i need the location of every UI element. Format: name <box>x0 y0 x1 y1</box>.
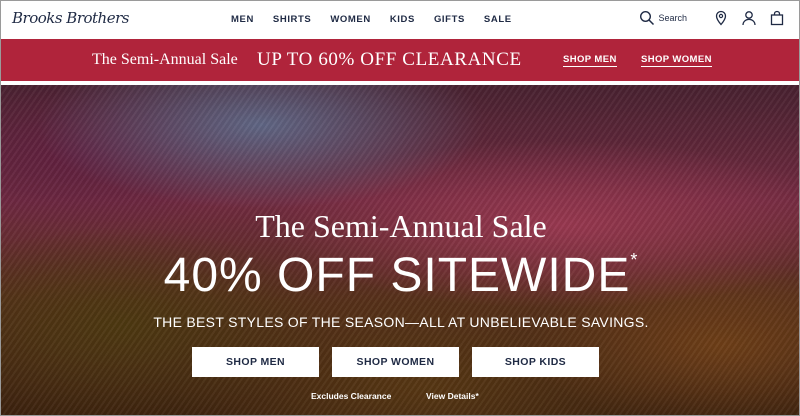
nav-item-gifts[interactable]: GIFTS <box>434 14 465 25</box>
page-frame: Brooks Brothers MEN SHIRTS WOMEN KIDS GI… <box>0 0 800 416</box>
account-icon[interactable] <box>741 10 757 26</box>
shopping-bag-icon[interactable] <box>769 10 785 26</box>
search-button[interactable]: Search <box>639 10 687 26</box>
promo-offer: UP TO 60% OFF CLEARANCE <box>257 49 522 70</box>
header-utilities: Search <box>639 10 785 26</box>
nav-item-men[interactable]: MEN <box>231 14 254 25</box>
promo-shop-men-link[interactable]: SHOP MEN <box>563 54 617 67</box>
excludes-clearance-note: Excludes Clearance <box>311 391 392 401</box>
hero-headline-text: 40% OFF SITEWIDE <box>163 249 631 302</box>
shop-kids-button[interactable]: SHOP KIDS <box>472 347 599 377</box>
hero-kicker: The Semi-Annual Sale <box>255 208 547 244</box>
promo-shop-women-link[interactable]: SHOP WOMEN <box>641 54 712 67</box>
nav-item-women[interactable]: WOMEN <box>330 14 370 25</box>
brand-logo[interactable]: Brooks Brothers <box>12 9 129 27</box>
hero-headline-asterisk: * <box>630 250 639 270</box>
site-header: Brooks Brothers MEN SHIRTS WOMEN KIDS GI… <box>1 1 799 39</box>
location-pin-icon[interactable] <box>713 10 729 26</box>
nav-item-shirts[interactable]: SHIRTS <box>273 14 311 25</box>
shop-women-button[interactable]: SHOP WOMEN <box>332 347 459 377</box>
shop-men-button[interactable]: SHOP MEN <box>192 347 319 377</box>
main-nav: MEN SHIRTS WOMEN KIDS GIFTS SALE <box>231 14 531 25</box>
search-icon <box>639 10 655 26</box>
search-label: Search <box>658 13 687 23</box>
hero-subheadline: THE BEST STYLES OF THE SEASON—ALL AT UNB… <box>153 314 649 330</box>
view-details-link[interactable]: View Details* <box>426 391 479 401</box>
promo-banner: The Semi-Annual Sale UP TO 60% OFF CLEAR… <box>1 39 799 81</box>
hero-headline: 40% OFF SITEWIDE* <box>1 248 799 303</box>
nav-item-sale[interactable]: SALE <box>484 14 512 25</box>
nav-item-kids[interactable]: KIDS <box>390 14 415 25</box>
hero-banner[interactable]: The Semi-Annual Sale 40% OFF SITEWIDE* T… <box>1 85 799 415</box>
promo-title: The Semi-Annual Sale <box>92 51 238 68</box>
